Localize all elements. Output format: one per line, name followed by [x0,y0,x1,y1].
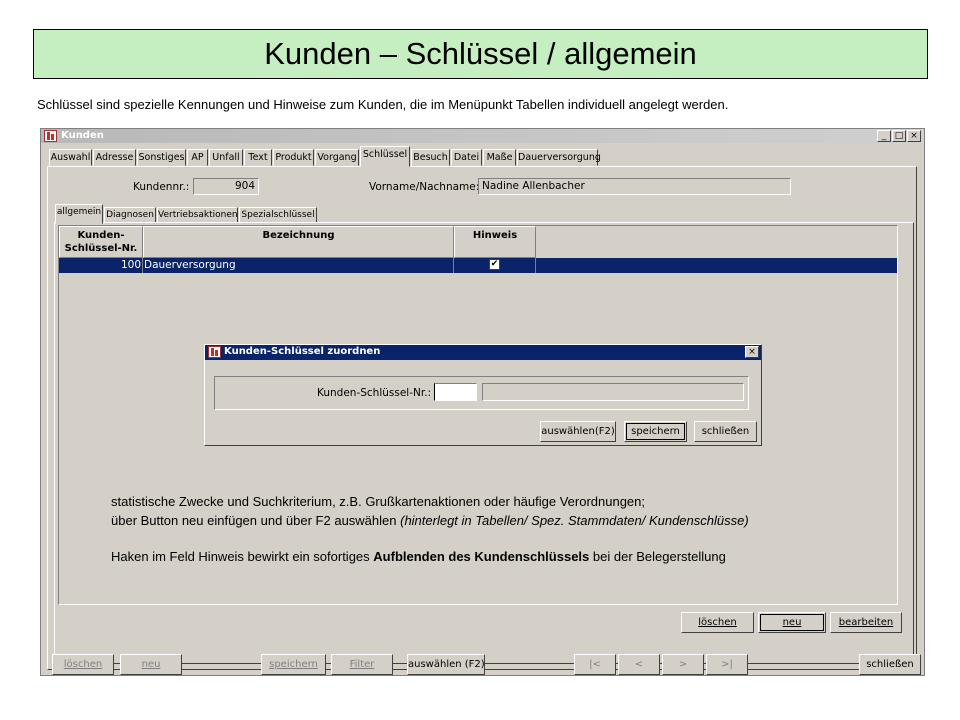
bottom-new-label: neu [141,659,161,670]
assign-key-dialog: Kunden-Schlüssel zuordnen × Kunden-Schlü… [204,344,762,446]
customer-number-field[interactable]: 904 [193,178,259,195]
tab-dauerversorgung[interactable]: Dauerversorgung [517,149,601,166]
dialog-select-button[interactable]: auswählen(F2) [540,421,616,442]
customer-name-label: Vorname/Nachname: [369,181,480,193]
close-window-button[interactable]: × [907,130,921,142]
hint-checkbox[interactable]: ✔ [489,259,500,270]
window-title: Kunden [61,130,104,141]
next-record-button[interactable]: > [662,654,704,675]
maximize-button[interactable]: □ [892,130,906,142]
panel-delete-button[interactable]: löschen [681,612,754,633]
dialog-close-button[interactable]: schließen [694,421,757,442]
bottom-save-label: speichern [269,659,318,670]
tab-datei[interactable]: Datei [451,149,482,166]
note-line-2-hint: (hinterlegt in Tabellen/ Spez. Stammdate… [400,513,749,528]
tab-ap[interactable]: AP [187,149,208,166]
cell-hint: ✔ [454,258,536,273]
bottom-delete-button[interactable]: löschen [52,654,114,675]
window-titlebar: Kunden _ □ × [41,129,924,143]
tab-unfall[interactable]: Unfall [209,149,243,166]
cell-key-nr: 100 [59,258,143,273]
dialog-titlebar: Kunden-Schlüssel zuordnen × [205,345,761,360]
tab-besuch[interactable]: Besuch [411,149,450,166]
kunden-window: Kunden _ □ × Auswahl Adresse Sonstiges A… [40,128,925,676]
subtab-diagnosen[interactable]: Diagnosen [104,207,156,223]
bottom-select-button[interactable]: auswählen (F2) [407,654,485,675]
app-icon [44,130,57,142]
panel-delete-label: löschen [698,617,737,628]
last-record-button[interactable]: >| [706,654,748,675]
panel-edit-button[interactable]: bearbeiten [830,612,902,633]
bottom-filter-label: Filter [349,659,375,670]
panel-edit-label: bearbeiten [838,617,894,628]
slide-title: Kunden – Schlüssel / allgemein [33,29,928,79]
tab-vorgang[interactable]: Vorgang [315,149,359,166]
panel-new-label: neu [782,617,802,628]
bottom-filter-button[interactable]: Filter [331,654,393,675]
note-line-3: Haken im Feld Hinweis bewirkt ein sofort… [111,549,726,564]
minimize-button[interactable]: _ [877,130,891,142]
dialog-app-icon [208,346,221,358]
customer-name-field[interactable]: Nadine Allenbacher [478,178,791,195]
column-header-key-nr-line2: Schlüssel-Nr. [64,243,138,254]
column-header-description[interactable]: Bezeichnung [143,226,454,258]
tab-sonstiges[interactable]: Sonstiges [137,149,186,166]
column-header-hint[interactable]: Hinweis [454,226,536,258]
tab-adresse[interactable]: Adresse [93,149,136,166]
customer-number-label: Kundennr.: [133,181,190,193]
subtab-vertriebsaktionen[interactable]: Vertriebsaktionen [157,207,238,223]
note-line-3-post: bei der Belegerstellung [589,549,726,564]
slide-subtitle: Schlüssel sind spezielle Kennungen und H… [37,97,729,112]
bottom-save-button[interactable]: speichern [261,654,326,675]
bottom-new-button[interactable]: neu [120,654,182,675]
tab-schluessel[interactable]: Schlüssel [360,146,410,167]
panel-new-button[interactable]: neu [758,612,826,633]
note-line-3-pre: Haken im Feld Hinweis bewirkt ein sofort… [111,549,374,564]
note-line-1: statistische Zwecke und Suchkriterium, z… [111,494,646,509]
note-line-2-text: über Button neu einfügen und über F2 aus… [111,513,401,528]
first-record-button[interactable]: |< [574,654,616,675]
dialog-title: Kunden-Schlüssel zuordnen [224,346,381,357]
table-row[interactable]: 100 Dauerversorgung ✔ [59,258,897,273]
prev-record-button[interactable]: < [618,654,660,675]
cell-description: Dauerversorgung [143,258,454,273]
tab-masse[interactable]: Maße [483,149,516,166]
key-description-field [482,383,744,401]
dialog-save-button[interactable]: speichern [624,421,687,442]
note-line-3-bold: Aufblenden des Kundenschlüssels [373,549,590,564]
bottom-close-button[interactable]: schließen [859,654,921,675]
dialog-close-icon[interactable]: × [745,346,759,358]
tab-text[interactable]: Text [244,149,272,166]
tab-auswahl[interactable]: Auswahl [49,149,92,166]
key-nr-input[interactable] [434,383,477,401]
note-line-2: über Button neu einfügen und über F2 aus… [111,513,749,528]
bottom-delete-label: löschen [63,659,103,670]
tab-produkt[interactable]: Produkt [273,149,314,166]
key-nr-label: Kunden-Schlüssel-Nr.: [317,387,432,399]
subtab-allgemein[interactable]: allgemein [55,204,103,224]
column-header-key-nr[interactable]: Kunden- Schlüssel-Nr. [59,226,143,258]
column-header-key-nr-line1: Kunden- [77,230,125,241]
subtab-spezialschluessel[interactable]: Spezialschlüssel [239,207,317,223]
